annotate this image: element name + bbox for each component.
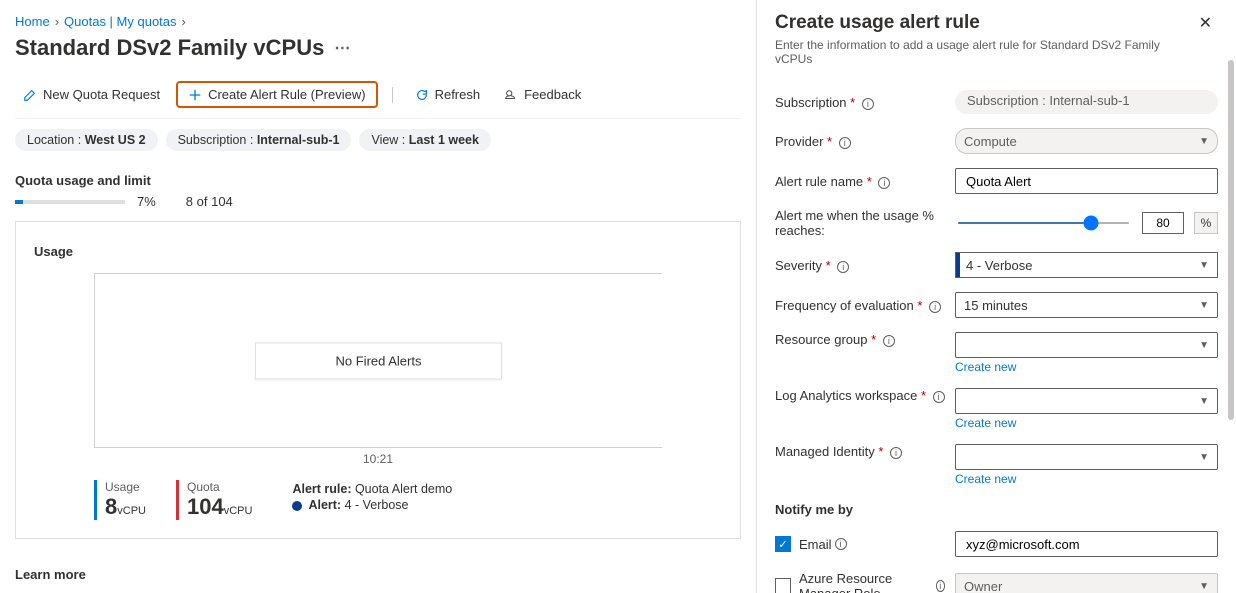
usage-stat: Usage 8vCPU: [94, 480, 146, 520]
create-alert-label: Create Alert Rule (Preview): [208, 87, 366, 102]
edit-icon: [23, 88, 37, 102]
breadcrumb: Home › Quotas | My quotas ›: [15, 14, 741, 29]
new-quota-request-button[interactable]: New Quota Request: [15, 83, 168, 106]
panel-scrollbar[interactable]: [1228, 60, 1234, 420]
info-icon[interactable]: i: [933, 391, 945, 403]
page-title: Standard DSv2 Family vCPUs ⋯: [15, 35, 741, 61]
subscription-filter[interactable]: Subscription : Internal-sub-1: [166, 129, 352, 151]
threshold-label: Alert me when the usage % reaches:: [775, 208, 945, 238]
chevron-right-icon: ›: [55, 14, 59, 29]
provider-label: Provider * i: [775, 134, 945, 149]
usage-progress-bar: [15, 200, 125, 204]
info-icon[interactable]: i: [835, 538, 847, 550]
create-alert-rule-button[interactable]: Create Alert Rule (Preview): [176, 81, 378, 108]
email-input[interactable]: [955, 531, 1218, 557]
info-icon[interactable]: i: [878, 177, 890, 189]
email-checkbox[interactable]: ✓: [775, 536, 791, 552]
breadcrumb-home[interactable]: Home: [15, 14, 50, 29]
info-icon[interactable]: i: [862, 98, 874, 110]
feedback-label: Feedback: [524, 87, 581, 102]
severity-label: Severity * i: [775, 258, 945, 273]
severity-dot-icon: [292, 501, 302, 511]
law-label: Log Analytics workspace * i: [775, 388, 945, 403]
feedback-icon: [504, 88, 518, 102]
usage-chart: No Fired Alerts: [94, 273, 662, 448]
location-filter[interactable]: Location : West US 2: [15, 129, 158, 151]
new-quota-label: New Quota Request: [43, 87, 160, 102]
rule-name-label: Alert rule name * i: [775, 174, 945, 189]
info-icon[interactable]: i: [883, 335, 895, 347]
law-select[interactable]: ▼: [955, 388, 1218, 414]
resource-group-select[interactable]: ▼: [955, 332, 1218, 358]
rule-name-input[interactable]: [955, 168, 1218, 194]
severity-select[interactable]: 4 - Verbose▼: [955, 252, 1218, 278]
quota-usage-heading: Quota usage and limit: [15, 173, 741, 188]
quota-stat-label: Quota: [187, 480, 252, 494]
usage-card: Usage No Fired Alerts 10:21 Usage 8vCPU …: [15, 221, 741, 539]
provider-select[interactable]: Compute▼: [955, 128, 1218, 154]
usage-count: 8 of 104: [186, 194, 233, 209]
more-icon[interactable]: ⋯: [334, 38, 350, 58]
divider: [392, 87, 393, 103]
mi-select[interactable]: ▼: [955, 444, 1218, 470]
arm-role-row-label: Azure Resource Manager Role i: [775, 571, 945, 593]
chevron-down-icon: ▼: [1199, 136, 1209, 147]
notify-heading: Notify me by: [775, 502, 1218, 517]
refresh-icon: [415, 88, 429, 102]
frequency-select[interactable]: 15 minutes▼: [955, 292, 1218, 318]
refresh-button[interactable]: Refresh: [407, 83, 489, 106]
chevron-down-icon: ▼: [1199, 300, 1209, 311]
subscription-select[interactable]: Subscription : Internal-sub-1: [955, 90, 1218, 114]
feedback-button[interactable]: Feedback: [496, 83, 589, 106]
chevron-down-icon: ▼: [1199, 452, 1209, 463]
usage-card-title: Usage: [34, 244, 722, 259]
usage-stat-label: Usage: [105, 480, 146, 494]
mi-create-new-link[interactable]: Create new: [955, 472, 1218, 486]
close-panel-button[interactable]: ✕: [1193, 12, 1218, 34]
mi-label: Managed Identity * i: [775, 444, 945, 459]
info-icon[interactable]: i: [929, 301, 941, 313]
chevron-down-icon: ▼: [1199, 581, 1209, 592]
subscription-label: Subscription * i: [775, 95, 945, 110]
panel-subtitle: Enter the information to add a usage ale…: [775, 38, 1193, 66]
no-fired-alerts-banner: No Fired Alerts: [255, 342, 503, 379]
page-title-text: Standard DSv2 Family vCPUs: [15, 35, 324, 61]
percent-label: %: [1194, 212, 1218, 234]
rg-create-new-link[interactable]: Create new: [955, 360, 1218, 374]
frequency-label: Frequency of evaluation * i: [775, 298, 945, 313]
usage-percent: 7%: [137, 194, 156, 209]
panel-title: Create usage alert rule: [775, 12, 1193, 34]
info-icon[interactable]: i: [936, 580, 945, 592]
chevron-down-icon: ▼: [1199, 260, 1209, 271]
law-create-new-link[interactable]: Create new: [955, 416, 1218, 430]
learn-more-heading: Learn more: [15, 567, 741, 582]
email-row-label: ✓ Email i: [775, 536, 945, 552]
arm-role-checkbox[interactable]: [775, 578, 791, 593]
threshold-slider[interactable]: [957, 222, 1130, 224]
create-alert-panel: Create usage alert rule Enter the inform…: [756, 0, 1236, 593]
toolbar: New Quota Request Create Alert Rule (Pre…: [15, 75, 741, 119]
view-filter[interactable]: View : Last 1 week: [359, 129, 490, 151]
filter-row: Location : West US 2 Subscription : Inte…: [15, 119, 741, 165]
threshold-value-input[interactable]: [1142, 212, 1184, 234]
breadcrumb-quotas[interactable]: Quotas | My quotas: [64, 14, 177, 29]
info-icon[interactable]: i: [839, 137, 851, 149]
chevron-down-icon: ▼: [1199, 340, 1209, 351]
chart-time-label: 10:21: [34, 452, 722, 466]
chevron-right-icon: ›: [182, 14, 186, 29]
arm-role-select[interactable]: Owner▼: [955, 573, 1218, 593]
info-icon[interactable]: i: [837, 261, 849, 273]
refresh-label: Refresh: [435, 87, 481, 102]
chevron-down-icon: ▼: [1199, 396, 1209, 407]
alert-rule-info: Alert rule: Quota Alert demo Alert: 4 - …: [292, 480, 452, 514]
plus-icon: [188, 88, 202, 102]
info-icon[interactable]: i: [890, 447, 902, 459]
resource-group-label: Resource group * i: [775, 332, 945, 347]
quota-stat: Quota 104vCPU: [176, 480, 252, 520]
